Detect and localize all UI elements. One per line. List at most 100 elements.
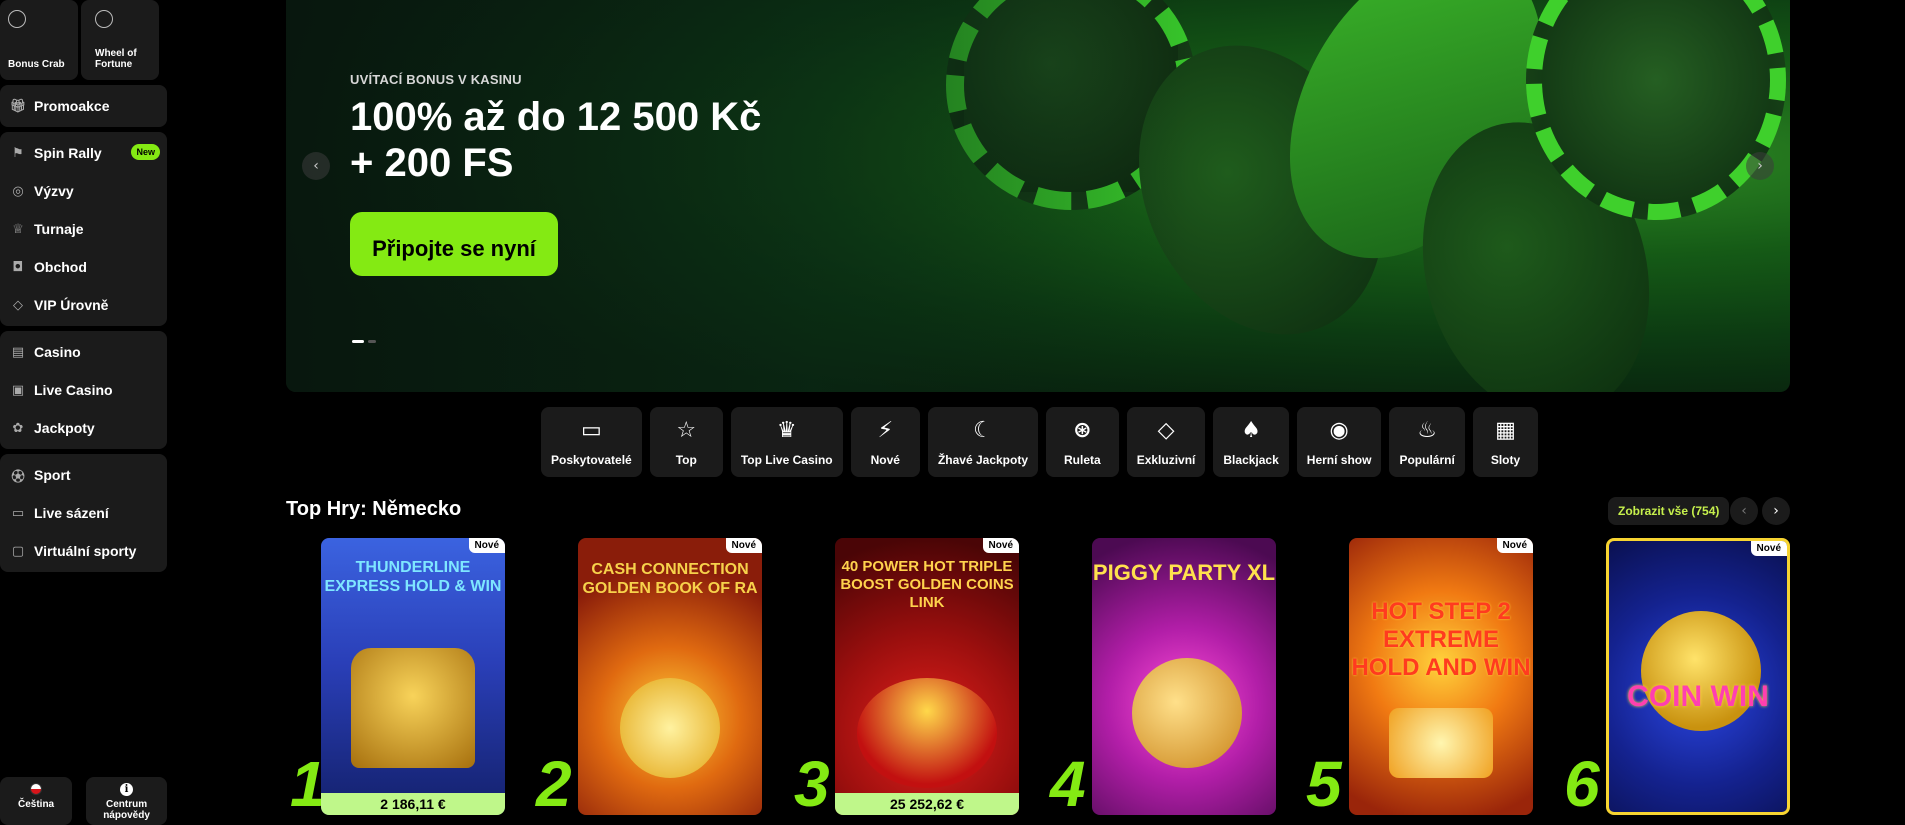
top-games-title: Top Hry: Německo	[286, 498, 462, 520]
target-icon: ◎	[12, 183, 24, 199]
game-rank: 2	[536, 748, 572, 820]
sidebar-item-casino[interactable]: ▤ Casino	[0, 333, 167, 371]
wheel-of-fortune-label: Wheel of Fortune	[95, 48, 137, 70]
game-artwork	[620, 678, 720, 778]
sidebar-item-label: Jackpoty	[34, 420, 95, 436]
game-artwork	[1132, 658, 1242, 768]
category-sloty[interactable]: ▦ Sloty	[1472, 407, 1539, 477]
sidebar-item-label: Výzvy	[34, 183, 74, 199]
sidebar-item-label: Live Casino	[34, 382, 113, 398]
game-title: Coin Win	[1627, 680, 1769, 713]
roulette-icon: ⊛	[1073, 418, 1092, 443]
game-title: Piggy Party XL	[1092, 560, 1276, 585]
sidebar-item-live-sazeni[interactable]: ▭ Live sázení	[0, 494, 167, 532]
sidebar-item-obchod[interactable]: ◘ Obchod	[0, 248, 167, 286]
category-bar: ▭ Poskytovatelé ☆ Top ♛ Top Live Casino …	[541, 407, 1539, 477]
sidebar-item-label: Sport	[34, 467, 71, 483]
game-rank: 6	[1564, 748, 1600, 820]
sidebar-item-turnaje[interactable]: ♕ Turnaje	[0, 210, 167, 248]
carousel-dot[interactable]	[368, 340, 376, 343]
game-title: 40 Power Hot Triple Boost Golden Coins L…	[840, 558, 1014, 611]
new-badge: Nové	[468, 538, 505, 553]
sidebar-item-live-casino[interactable]: ▣ Live Casino	[0, 371, 167, 409]
sidebar-item-label: Virtuální sporty	[34, 543, 137, 559]
game-title: Hot Step 2 Extreme Hold and Win	[1351, 598, 1531, 681]
flag-icon: ⚑	[12, 145, 24, 161]
diamond-icon: ◇	[1157, 418, 1175, 443]
hero-banner[interactable]: UVÍTACÍ BONUS V KASINU 100% až do 12 500…	[286, 0, 1790, 392]
crown-icon: ♛	[776, 418, 797, 443]
jackpot-icon: ✿	[12, 420, 24, 436]
games-prev-arrow-icon[interactable]: ‹	[1730, 497, 1758, 525]
carousel-dots	[352, 340, 376, 343]
sidebar-item-jackpoty[interactable]: ✿ Jackpoty	[0, 409, 167, 447]
carousel-dot-active[interactable]	[352, 340, 364, 343]
sidebar-item-virtualni-sporty[interactable]: ▢ Virtuální sporty	[0, 532, 167, 570]
game-title: Thunderline Express Hold & Win	[324, 559, 502, 595]
view-all-button[interactable]: Zobrazit vše (754)	[1608, 497, 1730, 525]
category-label: Top	[675, 453, 697, 467]
sidebar-item-label: Casino	[34, 344, 81, 360]
game-show-icon: ◉	[1329, 418, 1349, 443]
slot-icon: ▤	[11, 344, 25, 360]
language-button[interactable]: Čeština	[0, 777, 73, 825]
hero-overlay	[286, 0, 1790, 392]
join-now-button[interactable]: Připojte se nyní	[350, 212, 558, 276]
lightning-icon: ⚡	[877, 418, 894, 443]
game-card-thunderline-express[interactable]: Thunderline Express Hold & Win Nové 2 18…	[321, 538, 505, 815]
category-zhave-jackpoty[interactable]: ☾ Žhavé Jackpoty	[927, 407, 1039, 477]
games-next-arrow-icon[interactable]: ›	[1762, 497, 1790, 525]
category-top[interactable]: ☆ Top	[649, 407, 723, 477]
nav-group-promo: 🎁︎ Promoakce	[0, 85, 167, 127]
game-card-hot-step-2[interactable]: Hot Step 2 Extreme Hold and Win Nové	[1349, 538, 1533, 815]
new-badge: Nové	[1750, 541, 1787, 556]
game-card-golden-book-of-ra[interactable]: Cash Connection Golden Book of Ra Nové	[578, 538, 762, 815]
ball-icon: ⚽︎	[11, 469, 25, 485]
game-title: Cash Connection Golden Book of Ra	[582, 561, 758, 597]
sidebar-item-spin-rally[interactable]: ⚑ Spin Rally New	[0, 134, 167, 172]
hero-title: 100% až do 12 500 Kč + 200 FS	[350, 94, 761, 186]
sidebar-item-vyzvy[interactable]: ◎ Výzvy	[0, 172, 167, 210]
game-rank: 4	[1050, 748, 1086, 820]
sidebar-item-promoakce[interactable]: 🎁︎ Promoakce	[0, 87, 167, 125]
game-artwork	[1641, 611, 1761, 731]
game-rank: 5	[1306, 748, 1342, 820]
game-artwork	[857, 678, 997, 788]
category-label: Nové	[870, 453, 900, 467]
sidebar-item-sport[interactable]: ⚽︎ Sport	[0, 456, 167, 494]
category-top-live-casino[interactable]: ♛ Top Live Casino	[730, 407, 843, 477]
wheel-of-fortune-tile[interactable]: Wheel of Fortune	[81, 0, 159, 80]
category-popularni[interactable]: ♨ Populární	[1389, 407, 1465, 477]
new-badge: Nové	[982, 538, 1019, 553]
game-card-40-power-hot[interactable]: 40 Power Hot Triple Boost Golden Coins L…	[835, 538, 1019, 815]
new-badge: Nové	[1496, 538, 1533, 553]
bag-icon: ◘	[12, 259, 24, 275]
sidebar-item-vip[interactable]: ◇ VIP Úrovně	[0, 286, 167, 324]
category-label: Žhavé Jackpoty	[937, 453, 1029, 467]
sidebar-item-label: VIP Úrovně	[34, 297, 109, 313]
category-nove[interactable]: ⚡ Nové	[850, 407, 920, 477]
hero-eyebrow: UVÍTACÍ BONUS V KASINU	[350, 72, 522, 87]
help-center-button[interactable]: i Centrum nápovědy	[86, 777, 167, 825]
category-blackjack[interactable]: ♠ Blackjack	[1213, 407, 1289, 477]
game-artwork	[1389, 708, 1493, 778]
providers-icon: ▭	[580, 418, 602, 443]
category-ruleta[interactable]: ⊛ Ruleta	[1046, 407, 1119, 477]
nav-group-sport: ⚽︎ Sport ▭ Live sázení ▢ Virtuální sport…	[0, 454, 167, 572]
bonus-crab-tile[interactable]: Bonus Crab	[0, 0, 78, 80]
diamond-icon: ◇	[13, 297, 23, 313]
hero-next-arrow-icon[interactable]: ›	[1746, 152, 1774, 180]
hero-title-line1: 100% až do 12 500 Kč	[350, 95, 762, 139]
hero-title-line2: + 200 FS	[350, 141, 514, 185]
hero-prev-arrow-icon[interactable]: ‹	[302, 152, 330, 180]
live-bet-icon: ▭	[11, 505, 25, 521]
help-center-label: Centrum nápovědy	[103, 799, 150, 821]
game-card-coin-win[interactable]: Coin Win Nové	[1606, 538, 1790, 815]
sidebar-footer: Čeština i Centrum nápovědy	[0, 777, 167, 825]
nav-group-rewards: ⚑ Spin Rally New ◎ Výzvy ♕ Turnaje ◘ Obc…	[0, 132, 167, 326]
sidebar-item-label: Promoakce	[34, 98, 110, 114]
category-herni-show[interactable]: ◉ Herní show	[1296, 407, 1382, 477]
category-poskytovatele[interactable]: ▭ Poskytovatelé	[541, 407, 642, 477]
category-exkluzivni[interactable]: ◇ Exkluzivní	[1126, 407, 1206, 477]
game-card-piggy-party-xl[interactable]: Piggy Party XL	[1092, 538, 1276, 815]
